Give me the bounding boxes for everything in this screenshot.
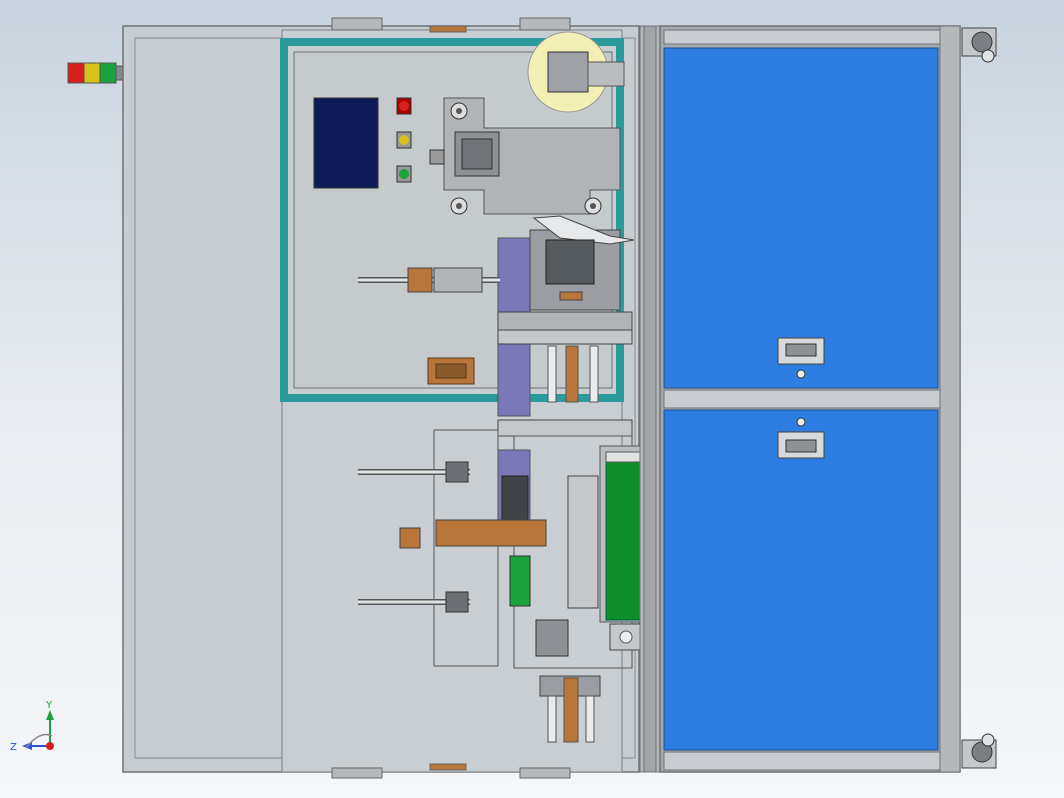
- control-buttons: [396, 97, 412, 183]
- hmi-screen: [313, 97, 379, 189]
- signal-tower-light: [67, 62, 125, 84]
- caster-wheel-top: [961, 27, 997, 63]
- right-cabinet: [659, 25, 961, 773]
- axis-y-label: Y: [45, 700, 53, 711]
- caster-wheel-bottom: [961, 733, 997, 769]
- middle-column: [639, 25, 661, 773]
- axis-z-label: Z: [10, 742, 17, 753]
- cad-viewport[interactable]: Y Z: [0, 0, 1064, 798]
- copper-nameplate: [427, 357, 475, 385]
- axis-triad: Y Z: [10, 700, 54, 753]
